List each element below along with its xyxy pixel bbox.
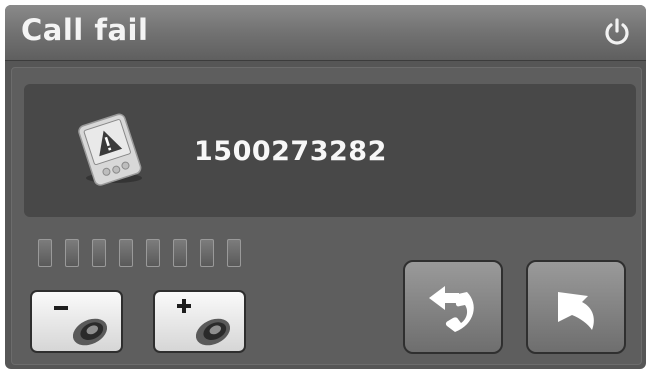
signal-bar — [92, 239, 106, 267]
volume-up-button[interactable] — [153, 290, 246, 353]
signal-bar — [200, 239, 214, 267]
back-button[interactable] — [526, 260, 626, 354]
power-icon — [605, 18, 629, 45]
call-fail-screen: Call fail 1500273282 — [5, 5, 646, 369]
title-bar: Call fail — [5, 5, 646, 61]
volume-down-icon — [54, 306, 108, 346]
signal-bar — [65, 239, 79, 267]
signal-bar — [173, 239, 187, 267]
pda-warning-icon — [78, 113, 142, 186]
volume-down-button[interactable] — [30, 290, 123, 353]
power-button[interactable] — [602, 17, 632, 47]
signal-bar — [119, 239, 133, 267]
call-info-panel: 1500273282 — [24, 84, 636, 217]
back-arrow-icon — [558, 292, 594, 330]
signal-bar — [38, 239, 52, 267]
phone-number: 1500273282 — [194, 136, 387, 167]
signal-bar — [146, 239, 160, 267]
redial-button[interactable] — [403, 260, 503, 354]
page-title: Call fail — [21, 13, 149, 47]
volume-up-icon — [177, 299, 231, 346]
redial-icon — [429, 286, 474, 332]
signal-bar — [227, 239, 241, 267]
